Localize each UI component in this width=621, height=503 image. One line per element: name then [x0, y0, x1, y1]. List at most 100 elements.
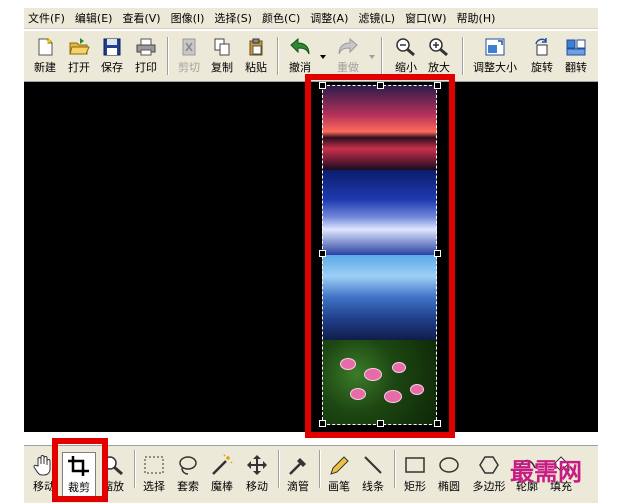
- eyedropper-label: 滴管: [287, 480, 309, 493]
- toolbar-divider: [277, 37, 279, 75]
- watermark-logo: 最需网: [510, 458, 582, 486]
- menu-file[interactable]: 文件(F): [24, 10, 69, 26]
- lasso-icon: [179, 456, 197, 475]
- printer-icon: [136, 38, 156, 56]
- print-button[interactable]: 打印: [131, 34, 161, 78]
- copy-icon: [214, 38, 230, 56]
- cut-label: 剪切: [178, 61, 200, 74]
- left-margin: [0, 0, 24, 502]
- flip-label: 翻转: [565, 61, 587, 74]
- flip-icon: [566, 39, 586, 56]
- menu-window[interactable]: 窗口(W): [401, 10, 450, 26]
- save-label: 保存: [101, 61, 123, 74]
- undo-arrow-icon: [290, 37, 310, 55]
- paste-label: 粘贴: [245, 61, 267, 74]
- pencil-icon: [330, 456, 349, 475]
- toolbar-divider: [394, 450, 396, 488]
- move-tool[interactable]: 移动: [242, 452, 272, 496]
- zoom-out-icon: [396, 38, 415, 57]
- resize-label: 调整大小: [473, 61, 517, 74]
- pencil-tool[interactable]: 画笔: [324, 452, 354, 496]
- menu-filter[interactable]: 滤镜(L): [354, 10, 399, 26]
- redo-label: 重做: [337, 61, 359, 74]
- ellipse-tool[interactable]: 椭圆: [434, 452, 464, 496]
- select-label: 选择: [143, 480, 165, 493]
- undo-label: 撤消: [289, 61, 311, 74]
- eyedropper-tool[interactable]: 滴管: [283, 452, 313, 496]
- chevron-down-icon: [320, 55, 326, 59]
- menu-view[interactable]: 查看(V): [118, 10, 164, 26]
- rectangle-label: 矩形: [404, 480, 426, 493]
- redo-dropdown[interactable]: [368, 34, 376, 78]
- resize-button[interactable]: 调整大小: [468, 34, 522, 78]
- menu-edit[interactable]: 编辑(E): [71, 10, 117, 26]
- line-label: 线条: [362, 480, 384, 493]
- pencil-label: 画笔: [328, 480, 350, 493]
- cut-icon: [182, 38, 196, 56]
- toolbar-divider: [319, 450, 321, 488]
- zoom-in-label: 放大: [428, 61, 450, 74]
- line-tool[interactable]: 线条: [358, 452, 388, 496]
- zoom-in-button[interactable]: 放大: [424, 34, 454, 78]
- paste-clipboard-icon: [249, 38, 263, 56]
- move-label: 移动: [246, 480, 268, 493]
- zoom-out-label: 缩小: [395, 61, 417, 74]
- ellipse-icon: [439, 457, 459, 473]
- toolbar-divider: [167, 37, 169, 75]
- new-button[interactable]: 新建: [30, 34, 60, 78]
- print-label: 打印: [135, 61, 157, 74]
- right-margin: [598, 0, 621, 502]
- menu-image[interactable]: 图像(I): [167, 10, 209, 26]
- lasso-tool[interactable]: 套索: [173, 452, 203, 496]
- toolbar-divider: [462, 37, 464, 75]
- new-label: 新建: [34, 61, 56, 74]
- save-button[interactable]: 保存: [97, 34, 127, 78]
- open-folder-icon: [69, 38, 90, 55]
- menu-select[interactable]: 选择(S): [210, 10, 256, 26]
- line-icon: [364, 456, 382, 474]
- cut-button[interactable]: 剪切: [174, 34, 204, 78]
- new-file-icon: [38, 38, 53, 56]
- magic-wand-tool[interactable]: 魔棒: [207, 452, 237, 496]
- zoom-out-button[interactable]: 缩小: [391, 34, 421, 78]
- zoom-in-icon: [429, 38, 448, 57]
- undo-dropdown[interactable]: [319, 34, 327, 78]
- copy-button[interactable]: 复制: [207, 34, 237, 78]
- open-label: 打开: [68, 61, 90, 74]
- rotate-button[interactable]: 旋转: [527, 34, 557, 78]
- rotate-icon: [535, 38, 548, 56]
- toolbar-divider: [278, 450, 280, 488]
- redo-button[interactable]: 重做: [331, 34, 365, 78]
- chevron-down-icon: [369, 55, 375, 59]
- undo-button[interactable]: 撤消: [283, 34, 317, 78]
- paste-button[interactable]: 粘贴: [241, 34, 271, 78]
- floppy-disk-icon: [103, 38, 121, 56]
- open-button[interactable]: 打开: [64, 34, 94, 78]
- magic-wand-label: 魔棒: [211, 480, 233, 493]
- rectangle-icon: [405, 457, 425, 473]
- menu-bar: 文件(F) 编辑(E) 查看(V) 图像(I) 选择(S) 颜色(C) 调整(A…: [24, 8, 598, 29]
- polygon-tool[interactable]: 多边形: [470, 452, 508, 496]
- menu-help[interactable]: 帮助(H): [453, 10, 500, 26]
- highlight-box-selection: [305, 74, 455, 438]
- copy-label: 复制: [211, 61, 233, 74]
- toolbar-divider: [134, 450, 136, 488]
- toolbar-divider: [381, 37, 383, 75]
- menu-adjust[interactable]: 调整(A): [306, 10, 352, 26]
- polygon-icon: [479, 456, 499, 474]
- highlight-box-crop-tool: [52, 438, 108, 502]
- move-arrows-icon: [247, 455, 267, 475]
- rotate-label: 旋转: [531, 61, 553, 74]
- polygon-label: 多边形: [472, 480, 506, 493]
- flip-button[interactable]: 翻转: [560, 34, 592, 78]
- ellipse-label: 椭圆: [438, 480, 460, 493]
- lasso-label: 套索: [177, 480, 199, 493]
- select-tool[interactable]: 选择: [139, 452, 169, 496]
- eyedropper-icon: [289, 458, 306, 475]
- rectangle-select-icon: [144, 456, 164, 474]
- resize-image-icon: [485, 38, 505, 56]
- redo-arrow-icon: [338, 37, 358, 55]
- menu-color[interactable]: 颜色(C): [258, 10, 304, 26]
- magic-wand-icon: [212, 454, 233, 475]
- rectangle-tool[interactable]: 矩形: [400, 452, 430, 496]
